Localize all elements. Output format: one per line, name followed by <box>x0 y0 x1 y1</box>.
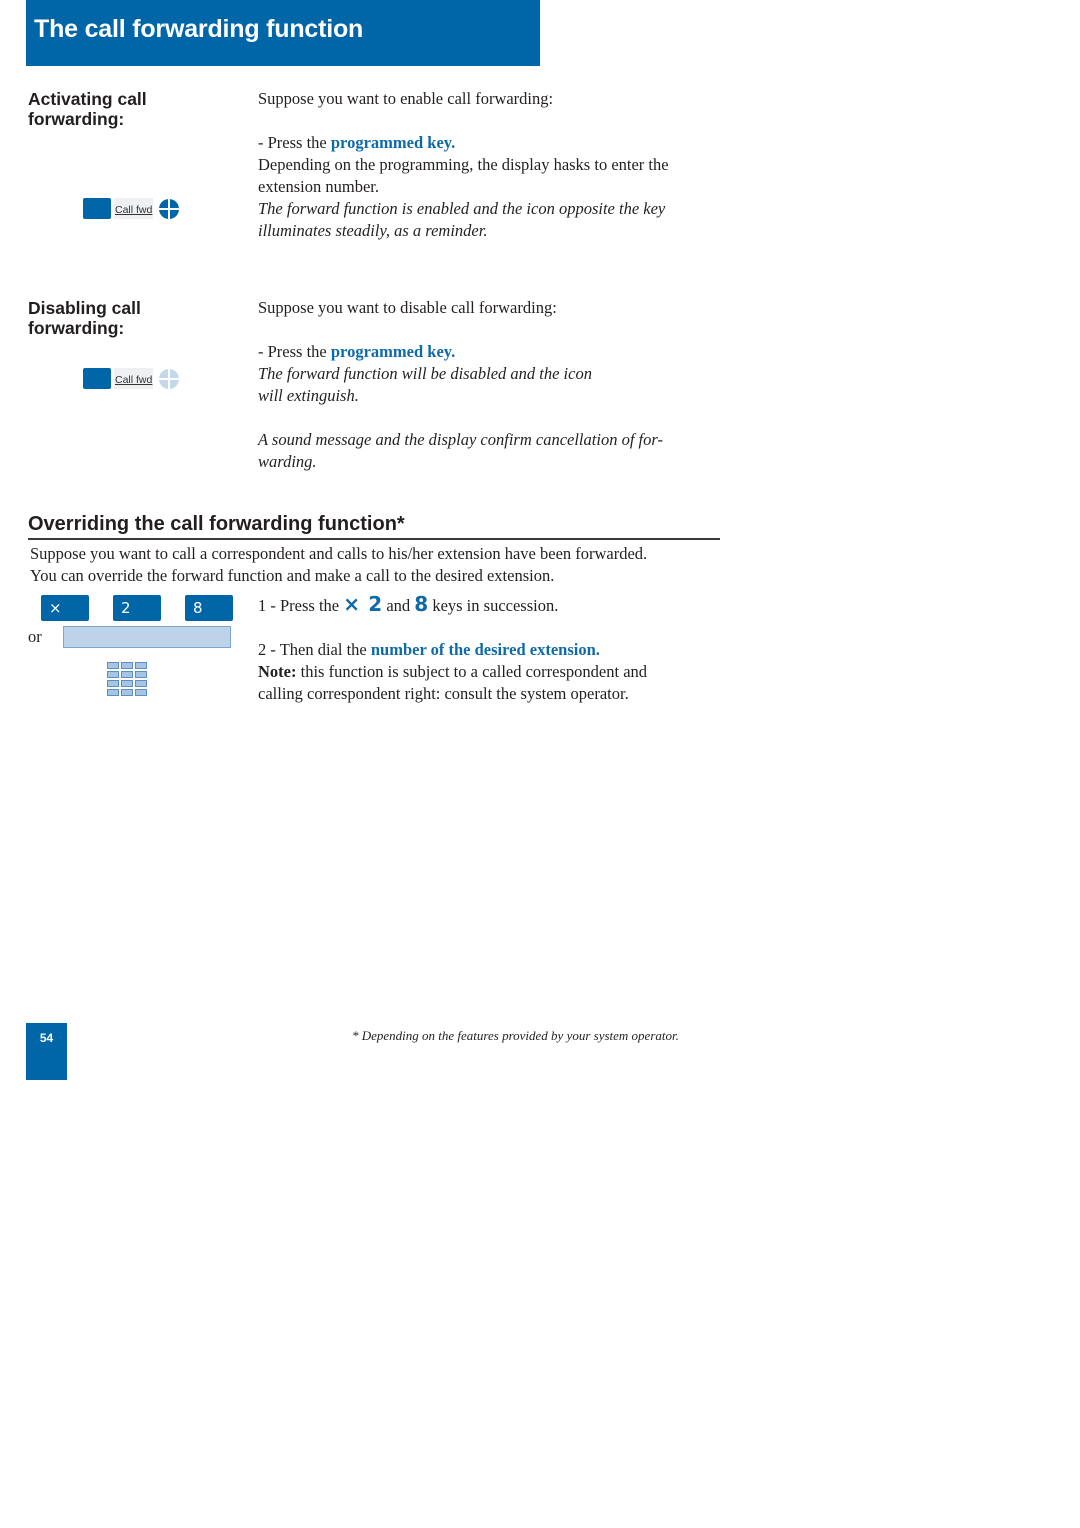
override-steps: 1 - Press the × 2 and 8 keys in successi… <box>258 592 648 703</box>
display-field <box>63 626 231 648</box>
activating-instructions: Suppose you want to enable call forwardi… <box>258 89 669 240</box>
desired-extension-emphasis: number of the desired extension. <box>370 640 600 659</box>
digit-8-key[interactable]: 8 <box>185 595 233 621</box>
or-label: or <box>28 627 42 646</box>
key-label: Call fwd <box>114 368 154 389</box>
digit-8-glyph: 8 <box>414 592 429 616</box>
disabling-heading: Disabling call forwarding: <box>28 298 141 338</box>
footnote: * Depending on the features provided by … <box>352 1028 679 1043</box>
disabling-instructions: Suppose you want to disable call forward… <box>258 298 663 471</box>
star-key[interactable]: × <box>41 595 89 621</box>
page-header: The call forwarding function <box>26 0 540 66</box>
digit-2-key[interactable]: 2 <box>113 595 161 621</box>
programmed-key-emphasis: programmed key. <box>330 342 456 361</box>
activating-heading: Activating call forwarding: <box>28 89 147 129</box>
page-number: 54 <box>26 1023 67 1080</box>
forward-led-on-icon <box>159 198 180 219</box>
call-fwd-key-inactive[interactable]: Call fwd <box>83 368 180 389</box>
programmed-key-emphasis: programmed key. <box>330 133 456 152</box>
note-label: Note: <box>258 662 297 681</box>
key-label: Call fwd <box>114 198 154 219</box>
call-fwd-key-active[interactable]: Call fwd <box>83 198 180 219</box>
star-key-glyph: × <box>343 592 361 616</box>
forward-led-off-icon <box>159 368 180 389</box>
programmed-key[interactable] <box>83 368 111 389</box>
page-title: The call forwarding function <box>34 15 364 43</box>
override-intro: Suppose you want to call a correspondent… <box>30 544 648 585</box>
programmed-key[interactable] <box>83 198 111 219</box>
digit-2-glyph: 2 <box>368 592 383 616</box>
override-section-title: Overriding the call forwarding function* <box>28 512 720 540</box>
dial-keypad-icon[interactable] <box>107 662 147 696</box>
